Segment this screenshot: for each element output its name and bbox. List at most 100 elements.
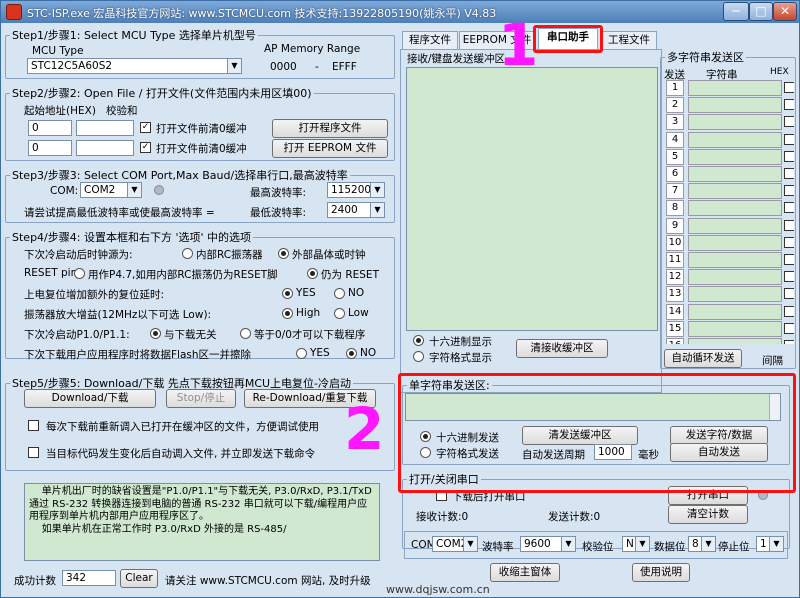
com-port-select[interactable]: COM2 ▼ <box>80 182 142 198</box>
reset-as-p47-radio[interactable] <box>74 268 85 279</box>
tab-project-file[interactable]: 工程文件 <box>601 31 657 49</box>
multi-row-send-button[interactable]: 6 <box>666 166 684 182</box>
multi-row-string-input[interactable] <box>688 166 782 182</box>
multi-row-string-input[interactable] <box>688 338 782 344</box>
p10-irrelevant-radio[interactable] <box>150 328 161 339</box>
shrink-window-button[interactable]: 收缩主窗体 <box>490 563 560 582</box>
multi-row-send-button[interactable]: 11 <box>666 252 684 268</box>
erase-flash-no-radio[interactable] <box>346 348 357 359</box>
multi-row-hex-checkbox[interactable] <box>784 322 794 334</box>
multi-row-hex-checkbox[interactable] <box>784 150 794 162</box>
multi-row-string-input[interactable] <box>688 114 782 131</box>
open-port-button[interactable]: 打开串口 <box>668 486 748 505</box>
clear-count-button[interactable]: Clear <box>120 569 158 588</box>
send-hex-radio[interactable] <box>420 431 431 442</box>
osc-gain-high-radio[interactable] <box>282 308 293 319</box>
multi-row-string-input[interactable] <box>688 303 782 320</box>
multi-row-string-input[interactable] <box>688 200 782 217</box>
single-scrollbar[interactable] <box>769 394 780 420</box>
multi-row-send-button[interactable]: 14 <box>666 303 684 320</box>
multi-row-send-button[interactable]: 2 <box>666 97 684 114</box>
open-eeprom-file-button[interactable]: 打开 EEPROM 文件 <box>272 139 388 158</box>
clear-buffer-checkbox-2[interactable]: ✓ <box>140 142 151 153</box>
multi-row-hex-checkbox[interactable] <box>784 185 794 197</box>
tab-serial-assistant[interactable]: 串口助手 <box>538 28 598 49</box>
multi-row-hex-checkbox[interactable] <box>784 82 794 93</box>
multi-row-string-input[interactable] <box>688 131 782 148</box>
min-baud-select[interactable]: 2400 ▼ <box>327 202 385 218</box>
help-button[interactable]: 使用说明 <box>632 563 690 582</box>
clock-external-radio[interactable] <box>278 248 289 259</box>
start-address-input-2[interactable]: 0 <box>28 140 72 156</box>
auto-reload-checkbox[interactable] <box>28 447 39 458</box>
multi-row-hex-checkbox[interactable] <box>784 288 794 300</box>
clear-buffer-checkbox-1[interactable]: ✓ <box>140 122 151 133</box>
multi-row-hex-checkbox[interactable] <box>784 116 794 128</box>
multi-row-send-button[interactable]: 4 <box>666 131 684 148</box>
multi-row-send-button[interactable]: 9 <box>666 217 684 234</box>
multi-row-string-input[interactable] <box>688 234 782 251</box>
clear-count-port-button[interactable]: 清空计数 <box>668 505 748 524</box>
multi-row-hex-checkbox[interactable] <box>784 271 794 283</box>
maximize-button[interactable]: □ <box>749 2 773 21</box>
download-button[interactable]: Download/下载 <box>24 389 156 408</box>
multi-row-hex-checkbox[interactable] <box>784 133 794 145</box>
reset-delay-no-radio[interactable] <box>334 288 345 299</box>
multi-row-string-input[interactable] <box>688 252 782 268</box>
multi-row-send-button[interactable]: 10 <box>666 234 684 251</box>
mcu-type-select[interactable]: STC12C5A60S2 ▼ <box>27 58 242 74</box>
start-address-input-1[interactable]: 0 <box>28 120 72 136</box>
multi-row-hex-checkbox[interactable] <box>784 219 794 231</box>
multi-row-send-button[interactable]: 8 <box>666 200 684 217</box>
close-button[interactable]: ✕ <box>773 2 797 21</box>
multi-row-string-input[interactable] <box>688 286 782 303</box>
multi-row-hex-checkbox[interactable] <box>784 202 794 214</box>
clear-receive-button[interactable]: 清接收缓冲区 <box>516 339 608 358</box>
tab-program-file[interactable]: 程序文件 <box>402 31 458 49</box>
max-baud-select[interactable]: 115200 ▼ <box>327 182 385 198</box>
open-after-download-checkbox[interactable] <box>436 490 447 501</box>
multi-row-hex-checkbox[interactable] <box>784 236 794 248</box>
multi-row-send-button[interactable]: 3 <box>666 114 684 131</box>
multi-row-string-input[interactable] <box>688 97 782 114</box>
settings-stop-select[interactable]: 1 ▼ <box>756 536 784 552</box>
receive-buffer-text[interactable] <box>406 67 658 331</box>
clear-send-button[interactable]: 清发送缓冲区 <box>522 426 638 445</box>
reload-before-download-checkbox[interactable] <box>28 420 39 431</box>
settings-baud-select[interactable]: 9600 ▼ <box>520 536 576 552</box>
multi-row-send-button[interactable]: 13 <box>666 286 684 303</box>
recv-char-radio[interactable] <box>413 351 424 362</box>
multi-row-string-input[interactable] <box>688 148 782 165</box>
multi-row-send-button[interactable]: 16 <box>666 338 684 344</box>
osc-gain-low-radio[interactable] <box>334 308 345 319</box>
multi-row-hex-checkbox[interactable] <box>784 254 794 265</box>
multi-row-hex-checkbox[interactable] <box>784 340 794 344</box>
settings-parity-select[interactable]: N ▼ <box>622 536 650 552</box>
multi-row-string-input[interactable] <box>688 217 782 234</box>
reset-keep-radio[interactable] <box>307 268 318 279</box>
open-program-file-button[interactable]: 打开程序文件 <box>272 119 388 138</box>
tab-eeprom-file[interactable]: EEPROM 文件 <box>459 31 535 49</box>
multi-row-string-input[interactable] <box>688 80 782 96</box>
multi-row-hex-checkbox[interactable] <box>784 168 794 179</box>
auto-cycle-send-button[interactable]: 自动循环发送 <box>664 349 742 368</box>
multi-row-send-button[interactable]: 5 <box>666 148 684 165</box>
auto-send-button[interactable]: 自动发送 <box>670 443 768 462</box>
multi-row-send-button[interactable]: 12 <box>666 269 684 286</box>
minimize-button[interactable]: ─ <box>723 2 749 21</box>
auto-send-period-input[interactable]: 1000 <box>594 444 632 460</box>
send-char-radio[interactable] <box>420 447 431 458</box>
clock-internal-rc-radio[interactable] <box>182 248 193 259</box>
redownload-button[interactable]: Re-Download/重复下载 <box>244 389 376 408</box>
info-text-box[interactable]: 单片机出厂时的缺省设置是"P1.0/P1.1"与下载无关, P3.0/RxD, … <box>24 483 380 561</box>
multi-row-send-button[interactable]: 1 <box>666 80 684 96</box>
settings-com-select[interactable]: COM2 ▼ <box>432 536 478 552</box>
multi-row-send-button[interactable]: 15 <box>666 320 684 337</box>
single-string-input[interactable] <box>405 393 781 421</box>
recv-hex-radio[interactable] <box>413 335 424 346</box>
reset-delay-yes-radio[interactable] <box>282 288 293 299</box>
settings-data-select[interactable]: 8 ▼ <box>688 536 716 552</box>
multi-row-hex-checkbox[interactable] <box>784 99 794 111</box>
multi-row-string-input[interactable] <box>688 183 782 200</box>
multi-row-hex-checkbox[interactable] <box>784 305 794 317</box>
